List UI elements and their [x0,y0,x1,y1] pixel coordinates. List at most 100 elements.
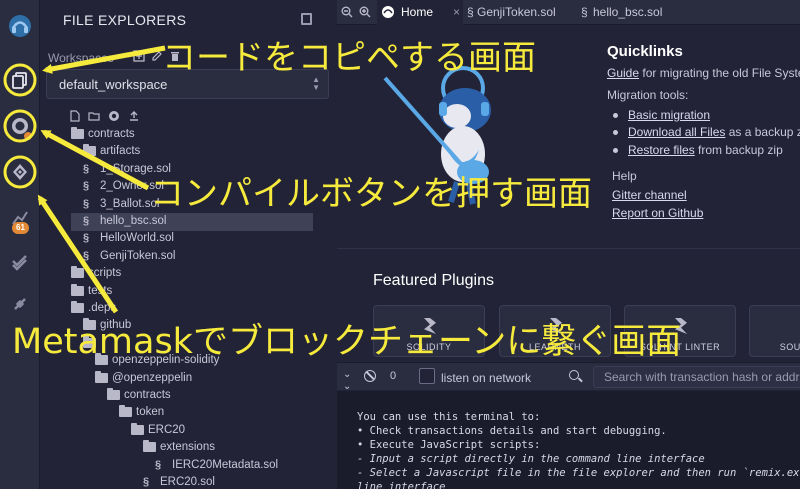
analysis-icon[interactable]: 61 [0,200,40,236]
folder-icon [71,127,84,139]
listen-network-label: listen on network [441,371,532,385]
tree-file[interactable]: § HelloWorld.sol [41,230,336,248]
gitter-channel-link[interactable]: Gitter channel [612,188,687,202]
icon-panel: 61 [0,0,40,489]
tree-folder[interactable]: ERC20 [41,422,336,440]
tab-home[interactable]: Home × [377,0,463,25]
pending-tx-count: 0 [390,370,397,382]
terminal-line: • Execute JavaScript scripts: [357,439,541,451]
folder-icon [71,266,84,279]
terminal-line: - Select a Javascript file in the file e… [357,467,800,479]
tab-label: Home [401,5,434,19]
solidity-file-icon: § [83,180,90,193]
tab-genjitoken[interactable]: § GenjiToken.sol [467,0,577,25]
transaction-search-input[interactable] [593,366,800,388]
restore-files-link[interactable]: Restore files [628,143,695,157]
tree-item-label: IERC20Metadata.sol [172,458,279,471]
tree-item-label: ERC20.sol [160,476,215,488]
panel-title: FILE EXPLORERS [63,12,187,28]
tree-item-label: contracts [124,389,171,401]
guide-line: Guide for migrating the old File Syste [607,66,800,80]
solidity-file-icon: § [83,162,90,175]
plugin-card[interactable]: SOURCIFY [749,305,800,357]
featured-plugins-title: Featured Plugins [373,272,494,289]
zoom-in-icon[interactable] [359,6,371,18]
verify-icon[interactable] [0,244,40,280]
terminal-line: • Check transactions details and start d… [357,425,667,437]
terminal-line: line interface [357,481,446,489]
tree-file[interactable]: § hello_bsc.sol [41,213,336,231]
deploy-run-icon[interactable] [0,154,40,190]
solidity-compiler-icon[interactable] [0,108,40,144]
tree-folder[interactable]: token [41,404,336,422]
divider [337,248,800,249]
save-icon[interactable] [301,13,312,25]
tree-item-label: scripts [88,267,122,280]
report-github-link[interactable]: Report on Github [612,206,703,220]
solidity-file-icon: § [83,215,90,227]
solidity-file-icon: § [143,476,150,488]
folder-icon [71,283,84,296]
tab-hello-bsc[interactable]: § hello_bsc.sol [581,0,691,25]
gitter-line: Gitter channel [612,188,687,202]
tree-item-label: HelloWorld.sol [100,232,174,245]
tree-item-label: token [136,406,165,419]
chevron-double-down-icon[interactable]: ⌄ ⌄ [343,369,351,393]
list-bullet [613,113,618,118]
guide-link[interactable]: Guide [607,66,639,80]
annotation-metamask: Metamaskでブロックチェーンに繋ぐ画面 [12,322,682,362]
folder-icon [71,301,84,313]
basic-migration-link[interactable]: Basic migration [628,108,710,122]
tab-label: hello_bsc.sol [593,5,663,19]
solidity-file-icon: § [83,197,90,210]
tree-item-label: ERC20 [148,423,186,436]
folder-icon [131,422,144,435]
tree-folder[interactable]: @openzeppelin [41,370,336,388]
listen-network-checkbox[interactable] [419,368,435,384]
tree-item-label: hello_bsc.sol [100,215,167,227]
download-suffix: as a backup z [728,125,800,139]
add-workspace-icon[interactable] [133,50,145,62]
new-folder-icon[interactable] [88,110,100,122]
list-bullet [613,148,618,153]
download-line: Download all Files as a backup z [628,125,800,139]
terminal-output[interactable]: You can use this terminal to: • Check tr… [337,391,800,489]
search-icon [569,370,579,380]
remix-home-icon [382,6,394,18]
tree-file[interactable]: § GenjiToken.sol [41,248,336,266]
plugin-name: SOURCIFY [779,342,800,352]
tree-folder[interactable]: contracts [41,387,336,405]
solidity-file-icon: § [581,5,588,19]
new-file-icon[interactable] [69,110,81,122]
compile-status-dot [24,132,32,140]
file-explorer-icon[interactable] [0,62,40,98]
github-icon[interactable] [108,110,120,122]
terminal-line: - Input a script directly in the command… [357,453,705,465]
tree-file[interactable]: § ERC20.sol [41,474,336,489]
upload-icon[interactable] [128,110,140,122]
help-title: Help [612,169,637,183]
download-all-link[interactable]: Download all Files [628,125,725,139]
annotation-compile: コンパイルボタンを押す画面 [150,174,592,214]
tree-file[interactable]: § IERC20Metadata.sol [41,457,336,475]
remix-logo-icon[interactable] [0,8,40,44]
list-bullet [613,130,618,135]
tree-folder[interactable]: tests [41,283,336,301]
tree-folder[interactable]: scripts [41,265,336,283]
tree-item-label: contracts [88,128,135,140]
solidity-file-icon: § [83,249,90,262]
tree-item-label: tests [88,284,113,297]
tree-item-label: GenjiToken.sol [100,249,176,262]
basic-migration-line: Basic migration [628,108,710,122]
tree-folder[interactable]: extensions [41,439,336,457]
tree-folder[interactable]: contracts [41,126,336,144]
tree-folder[interactable]: artifacts [41,143,336,161]
close-icon[interactable]: × [453,0,460,25]
restore-line: Restore files from backup zip [628,143,783,157]
tree-item-label: @openzeppelin [112,371,193,384]
tab-label: GenjiToken.sol [477,5,556,19]
folder-icon [83,144,96,157]
clear-console-icon[interactable] [364,370,376,382]
zoom-out-icon[interactable] [341,6,353,18]
guide-text: for migrating the old File Syste [642,66,800,80]
